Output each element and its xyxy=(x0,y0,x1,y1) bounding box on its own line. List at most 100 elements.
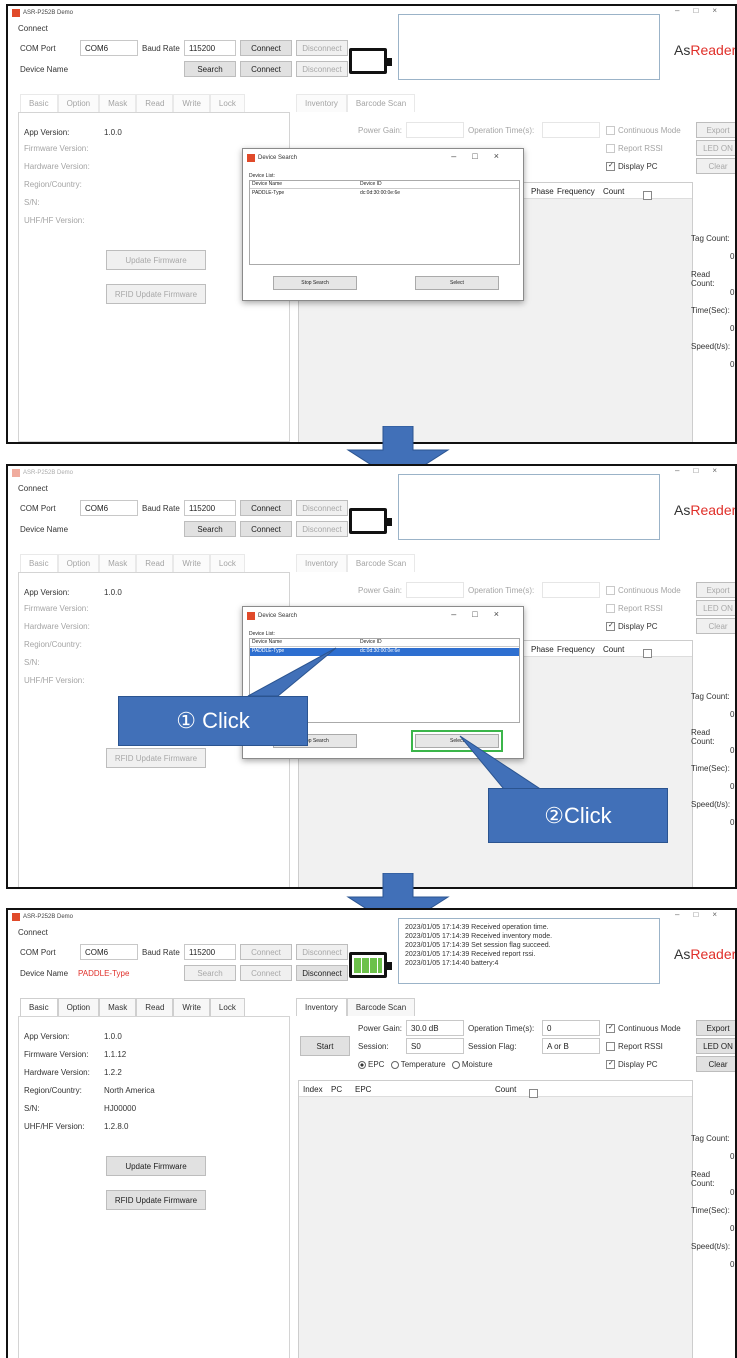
update-firmware-button[interactable]: Update Firmware xyxy=(106,250,206,270)
tag-count-value: 0 xyxy=(730,1152,735,1161)
device-connect-button[interactable]: Connect xyxy=(240,61,292,77)
tab-option[interactable]: Option xyxy=(57,554,100,572)
search-button[interactable]: Search xyxy=(184,965,236,981)
continuous-mode-checkbox[interactable]: Continuous Mode xyxy=(606,586,681,596)
operation-time-label: Operation Time(s): xyxy=(468,586,535,595)
tab-barcode-scan[interactable]: Barcode Scan xyxy=(346,94,416,112)
session-flag-select[interactable]: A or B xyxy=(542,1038,600,1054)
tab-mask[interactable]: Mask xyxy=(99,998,137,1016)
display-pc-checkbox[interactable]: Display PC xyxy=(606,622,658,632)
tab-lock[interactable]: Lock xyxy=(209,554,245,572)
device-list-label: Device List: xyxy=(249,173,275,179)
operation-time-input[interactable]: 0 xyxy=(542,1020,600,1036)
speed-label: Speed(t/s): xyxy=(691,342,731,351)
tab-write[interactable]: Write xyxy=(173,94,210,112)
tab-basic[interactable]: Basic xyxy=(20,94,58,112)
report-rssi-checkbox[interactable]: Report RSSI xyxy=(606,604,663,614)
window-controls[interactable]: –□× xyxy=(675,466,731,475)
tab-read[interactable]: Read xyxy=(136,94,174,112)
com-port-select[interactable]: COM6 xyxy=(80,500,138,516)
export-button[interactable]: Export xyxy=(696,122,735,138)
continuous-mode-checkbox[interactable]: Continuous Mode xyxy=(606,1024,681,1034)
display-pc-checkbox[interactable]: Display PC xyxy=(606,162,658,172)
region-label: Region/Country: xyxy=(24,640,82,649)
clear-button[interactable]: Clear xyxy=(696,158,735,174)
device-list[interactable]: Device Name Device ID PADDLE-Type dc:0d:30… xyxy=(249,180,520,265)
update-firmware-button[interactable]: Update Firmware xyxy=(106,1156,206,1176)
session-flag-label: Session Flag: xyxy=(468,1042,517,1051)
radio-epc[interactable] xyxy=(358,1060,366,1069)
tab-write[interactable]: Write xyxy=(173,554,210,572)
tab-mask[interactable]: Mask xyxy=(99,94,137,112)
tab-write[interactable]: Write xyxy=(173,998,210,1016)
tab-option[interactable]: Option xyxy=(57,94,100,112)
clear-button[interactable]: Clear xyxy=(696,1056,735,1072)
app-icon xyxy=(12,469,20,477)
rfid-update-firmware-button[interactable]: RFID Update Firmware xyxy=(106,748,206,768)
dialog-window-controls[interactable]: –□× xyxy=(451,151,515,161)
report-rssi-checkbox[interactable]: Report RSSI xyxy=(606,144,663,154)
device-connect-button[interactable]: Connect xyxy=(240,521,292,537)
tab-lock[interactable]: Lock xyxy=(209,998,245,1016)
led-on-button[interactable]: LED ON xyxy=(696,1038,735,1054)
radio-temperature[interactable] xyxy=(390,1060,399,1069)
power-gain-select[interactable] xyxy=(406,122,464,138)
rfid-update-firmware-button[interactable]: RFID Update Firmware xyxy=(106,284,206,304)
tab-mask[interactable]: Mask xyxy=(99,554,137,572)
tab-barcode-scan[interactable]: Barcode Scan xyxy=(346,998,416,1016)
start-button[interactable]: Start xyxy=(300,1036,350,1056)
device-disconnect-button[interactable]: Disconnect xyxy=(296,521,348,537)
device-name-label: Device Name xyxy=(20,525,69,534)
tab-read[interactable]: Read xyxy=(136,998,174,1016)
tab-barcode-scan[interactable]: Barcode Scan xyxy=(346,554,416,572)
power-gain-label: Power Gain: xyxy=(358,126,403,135)
device-list-row[interactable]: PADDLE-Type dc:0d:30:00:0e:6e xyxy=(250,190,519,198)
baud-rate-select[interactable]: 115200 xyxy=(184,500,236,516)
tab-lock[interactable]: Lock xyxy=(209,94,245,112)
display-pc-checkbox[interactable]: Display PC xyxy=(606,1060,658,1070)
dialog-window-controls[interactable]: –□× xyxy=(451,609,515,619)
continuous-mode-checkbox[interactable]: Continuous Mode xyxy=(606,126,681,136)
device-disconnect-button[interactable]: Disconnect xyxy=(296,965,348,981)
baud-rate-select[interactable]: 115200 xyxy=(184,40,236,56)
session-select[interactable]: S0 xyxy=(406,1038,464,1054)
led-on-button[interactable]: LED ON xyxy=(696,140,735,156)
rfid-update-firmware-button[interactable]: RFID Update Firmware xyxy=(106,1190,206,1210)
disconnect-button[interactable]: Disconnect xyxy=(296,500,348,516)
report-rssi-checkbox[interactable]: Report RSSI xyxy=(606,1042,663,1052)
tab-inventory[interactable]: Inventory xyxy=(296,998,347,1016)
connect-button[interactable]: Connect xyxy=(240,944,292,960)
com-port-select[interactable]: COM6 xyxy=(80,40,138,56)
operation-time-input[interactable] xyxy=(542,582,600,598)
device-disconnect-button[interactable]: Disconnect xyxy=(296,61,348,77)
disconnect-button[interactable]: Disconnect xyxy=(296,944,348,960)
device-connect-button[interactable]: Connect xyxy=(240,965,292,981)
connect-button[interactable]: Connect xyxy=(240,500,292,516)
radio-moisture[interactable] xyxy=(451,1060,460,1069)
callout-step-2: ②Click xyxy=(488,788,668,843)
tab-inventory[interactable]: Inventory xyxy=(296,94,347,112)
window-controls[interactable]: –□× xyxy=(675,910,731,919)
disconnect-button[interactable]: Disconnect xyxy=(296,40,348,56)
select-button[interactable]: Select xyxy=(415,276,499,290)
export-button[interactable]: Export xyxy=(696,582,735,598)
tab-basic[interactable]: Basic xyxy=(20,554,58,572)
operation-time-input[interactable] xyxy=(542,122,600,138)
com-port-select[interactable]: COM6 xyxy=(80,944,138,960)
connect-button[interactable]: Connect xyxy=(240,40,292,56)
window-controls[interactable]: –□× xyxy=(675,6,731,15)
clear-button[interactable]: Clear xyxy=(696,618,735,634)
search-button[interactable]: Search xyxy=(184,61,236,77)
operation-time-label: Operation Time(s): xyxy=(468,126,535,135)
power-gain-select[interactable] xyxy=(406,582,464,598)
baud-rate-select[interactable]: 115200 xyxy=(184,944,236,960)
search-button[interactable]: Search xyxy=(184,521,236,537)
tab-read[interactable]: Read xyxy=(136,554,174,572)
stop-search-button[interactable]: Stop Search xyxy=(273,276,357,290)
export-button[interactable]: Export xyxy=(696,1020,735,1036)
power-gain-select[interactable]: 30.0 dB xyxy=(406,1020,464,1036)
tab-basic[interactable]: Basic xyxy=(20,998,58,1016)
tab-option[interactable]: Option xyxy=(57,998,100,1016)
tab-inventory[interactable]: Inventory xyxy=(296,554,347,572)
led-on-button[interactable]: LED ON xyxy=(696,600,735,616)
